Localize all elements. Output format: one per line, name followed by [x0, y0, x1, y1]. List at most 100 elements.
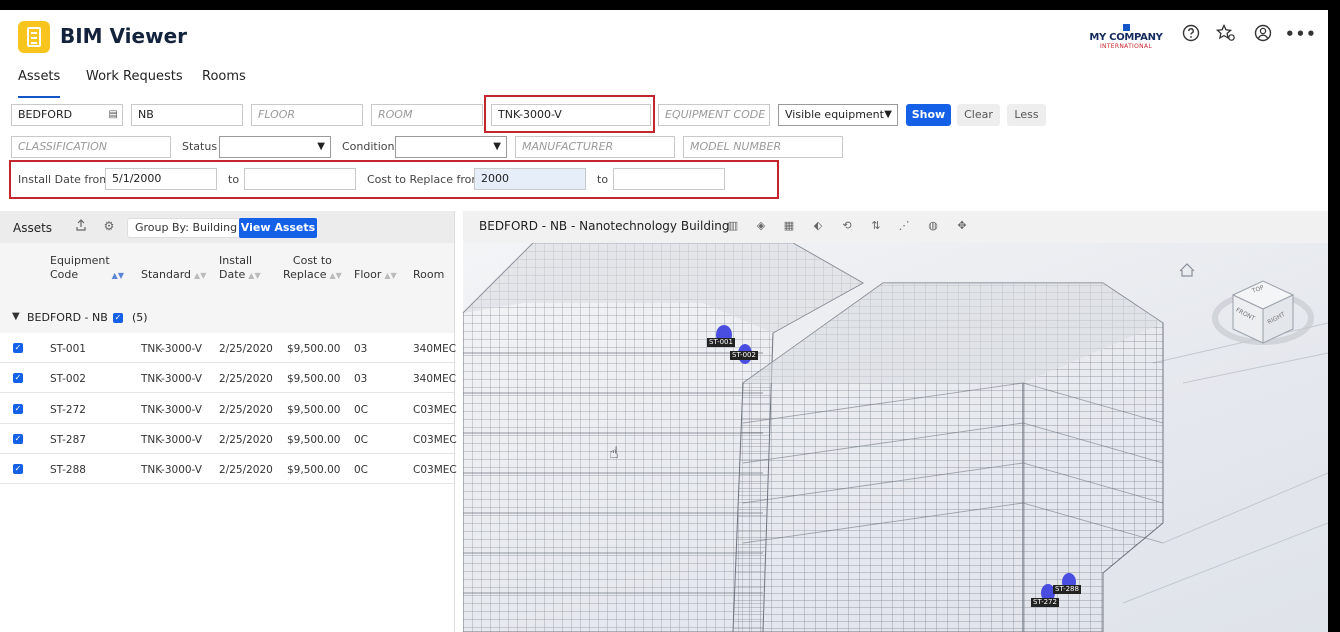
- visibility-select[interactable]: Visible equipment ▼: [778, 104, 898, 126]
- tag-icon[interactable]: ⬖: [811, 219, 825, 233]
- orbit-icon[interactable]: ⟲: [840, 219, 854, 233]
- cell-date: 2/25/2020: [219, 434, 273, 446]
- export-icon[interactable]: [74, 219, 88, 233]
- cell-floor: 0C: [354, 434, 369, 446]
- chevron-down-icon: ▼: [317, 141, 325, 152]
- less-button[interactable]: Less: [1007, 104, 1046, 126]
- building-icon[interactable]: ▥: [726, 219, 740, 233]
- tag-st-001[interactable]: ST-001: [707, 338, 735, 347]
- condition-select[interactable]: ▼: [395, 136, 507, 158]
- section-icon[interactable]: ⇅: [869, 219, 883, 233]
- row-checkbox[interactable]: ✓: [13, 464, 23, 474]
- col-equipment-code[interactable]: Equipment Code ▲▼: [50, 254, 124, 283]
- model-canvas[interactable]: ST-001 ST-002 ST-272 ST-288 TOP FRONT RI…: [463, 242, 1328, 632]
- view-assets-button[interactable]: View Assets: [239, 218, 317, 238]
- tag-st-288[interactable]: ST-288: [1053, 585, 1081, 594]
- group-count: (5): [132, 311, 148, 324]
- tab-work-requests[interactable]: Work Requests: [86, 68, 183, 98]
- cell-room: C03MEC: [413, 404, 457, 416]
- building-field[interactable]: NB: [131, 104, 243, 126]
- assets-table-header: Equipment Code ▲▼ Standard ▲▼ Install Dat…: [0, 243, 454, 303]
- site-value: BEDFORD: [18, 108, 73, 121]
- table-row[interactable]: ✓ ST-002 TNK-3000-V 2/25/2020 $9,500.00 …: [0, 363, 457, 393]
- group-name: BEDFORD - NB: [27, 311, 108, 324]
- site-picker-icon[interactable]: ▤: [109, 105, 118, 125]
- site-field[interactable]: BEDFORD ▤: [11, 104, 123, 126]
- row-checkbox[interactable]: ✓: [13, 434, 23, 444]
- tag-st-272[interactable]: ST-272: [1031, 598, 1059, 607]
- status-select[interactable]: ▼: [219, 136, 331, 158]
- building-icon: [1122, 24, 1130, 31]
- table-row[interactable]: ✓ ST-287 TNK-3000-V 2/25/2020 $9,500.00 …: [0, 424, 457, 454]
- layers-icon[interactable]: ◈: [754, 219, 768, 233]
- cell-date: 2/25/2020: [219, 464, 273, 476]
- row-checkbox[interactable]: ✓: [13, 404, 23, 414]
- classification-field[interactable]: CLASSIFICATION: [11, 136, 171, 158]
- app-logo-icon: [18, 21, 50, 53]
- cell-standard: TNK-3000-V: [141, 434, 202, 446]
- floor-field[interactable]: FLOOR: [251, 104, 363, 126]
- network-icon[interactable]: ⋰: [897, 219, 911, 233]
- sort-icon: ▲▼: [329, 271, 342, 280]
- favorites-icon[interactable]: [1215, 23, 1236, 44]
- group-by-button[interactable]: Group By: Building: [127, 218, 246, 238]
- cell-standard: TNK-3000-V: [141, 404, 202, 416]
- account-icon[interactable]: [1253, 24, 1273, 44]
- row-checkbox[interactable]: ✓: [13, 373, 23, 383]
- cell-room: 340MEC: [413, 373, 457, 385]
- status-label: Status: [182, 140, 218, 153]
- room-field[interactable]: ROOM: [371, 104, 483, 126]
- sort-icon: ▲▼: [384, 271, 397, 280]
- cell-date: 2/25/2020: [219, 404, 273, 416]
- table-row[interactable]: ✓ ST-272 TNK-3000-V 2/25/2020 $9,500.00 …: [0, 394, 457, 424]
- more-icon[interactable]: •••: [1285, 24, 1316, 44]
- group-row[interactable]: ▼ BEDFORD - NB ✓ (5): [0, 303, 454, 333]
- cell-room: C03MEC: [413, 464, 457, 476]
- bim-viewer: BEDFORD - NB - Nanotechnology Building ▥…: [463, 211, 1328, 632]
- manufacturer-field[interactable]: MANUFACTURER: [515, 136, 675, 158]
- tag-st-002[interactable]: ST-002: [730, 351, 758, 360]
- cell-standard: TNK-3000-V: [141, 373, 202, 385]
- tab-assets[interactable]: Assets: [18, 68, 61, 98]
- cell-floor: 0C: [354, 464, 369, 476]
- gear-icon[interactable]: ⚙: [102, 219, 116, 233]
- row-checkbox[interactable]: ✓: [13, 343, 23, 353]
- cell-room: C03MEC: [413, 434, 457, 446]
- show-button[interactable]: Show: [906, 104, 951, 126]
- app-title: BIM Viewer: [60, 24, 188, 48]
- cell-room: 340MEC: [413, 343, 457, 355]
- chevron-down-icon: ▼: [493, 141, 501, 152]
- col-room[interactable]: Room: [413, 268, 444, 282]
- cell-standard: TNK-3000-V: [141, 464, 202, 476]
- help-icon[interactable]: [1181, 24, 1201, 44]
- grid-icon[interactable]: ▦: [782, 219, 796, 233]
- clear-button[interactable]: Clear: [957, 104, 1000, 126]
- cell-cost: $9,500.00: [287, 404, 341, 416]
- app-window: BIM Viewer MY COMPANY INTERNATIONAL ••• …: [0, 10, 1328, 632]
- cell-standard: TNK-3000-V: [141, 343, 202, 355]
- cell-cost: $9,500.00: [287, 464, 341, 476]
- company-logo: MY COMPANY INTERNATIONAL: [1088, 24, 1164, 50]
- equipment-code-field[interactable]: EQUIPMENT CODE: [658, 104, 770, 126]
- model-number-field[interactable]: MODEL NUMBER: [683, 136, 843, 158]
- col-cost-to-replace[interactable]: Cost to Replace ▲▼: [283, 254, 342, 283]
- table-row[interactable]: ✓ ST-288 TNK-3000-V 2/25/2020 $9,500.00 …: [0, 454, 457, 484]
- company-subtitle: INTERNATIONAL: [1099, 43, 1152, 50]
- viewer-title: BEDFORD - NB - Nanotechnology Building: [479, 219, 730, 233]
- building-wireframe: [463, 242, 1328, 632]
- visibility-value: Visible equipment: [785, 108, 884, 121]
- col-floor[interactable]: Floor ▲▼: [354, 268, 397, 283]
- group-checkbox[interactable]: ✓: [113, 313, 123, 323]
- move-icon[interactable]: ✥: [955, 219, 969, 233]
- col-standard[interactable]: Standard ▲▼: [141, 268, 206, 283]
- col-install-date[interactable]: Install Date ▲▼: [219, 254, 261, 283]
- table-row[interactable]: ✓ ST-001 TNK-3000-V 2/25/2020 $9,500.00 …: [0, 333, 457, 363]
- cell-cost: $9,500.00: [287, 343, 341, 355]
- tab-rooms[interactable]: Rooms: [202, 68, 246, 98]
- chevron-down-icon[interactable]: ▼: [12, 311, 20, 322]
- condition-label: Condition: [342, 140, 395, 153]
- sort-icon: ▲▼: [248, 271, 261, 280]
- explode-icon[interactable]: ◍: [926, 219, 940, 233]
- assets-toolbar: Assets ⚙ Group By: Building View Assets: [0, 211, 454, 243]
- assets-panel: Assets ⚙ Group By: Building View Assets …: [0, 211, 457, 632]
